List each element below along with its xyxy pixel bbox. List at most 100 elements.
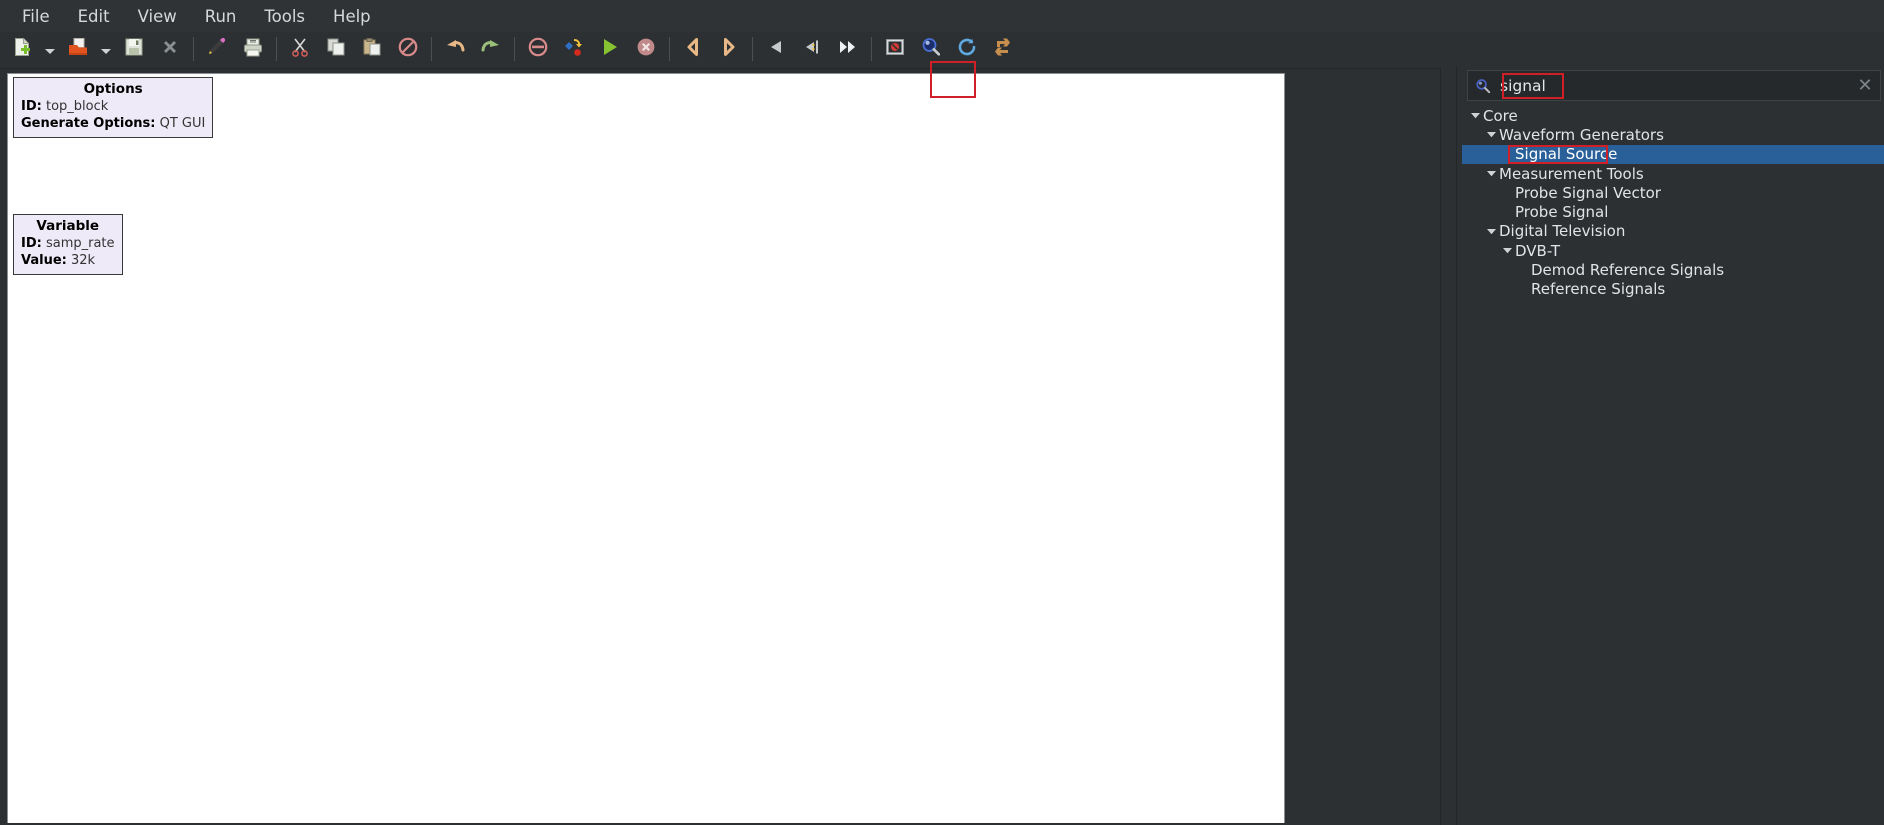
variable-block-id-key: ID:	[21, 236, 42, 252]
toolbar-copy-button[interactable]	[318, 32, 354, 66]
variable-block-id-value: samp_rate	[45, 236, 115, 252]
tree-item-label: Digital Television	[1499, 222, 1626, 241]
tree-item-dvb-t[interactable]: DVB-T	[1462, 241, 1884, 260]
toolbar-new-button[interactable]	[4, 32, 40, 66]
copy-icon	[325, 36, 347, 62]
toolbar-generate-button[interactable]	[556, 32, 592, 66]
errors-icon	[527, 36, 549, 62]
menu-item-help[interactable]: Help	[319, 3, 385, 30]
close-x-icon	[160, 37, 180, 61]
toolbar-close-button[interactable]	[152, 32, 188, 66]
chevron-down-icon	[101, 40, 111, 59]
clear-search-icon[interactable]: ✕	[1850, 71, 1880, 100]
menu-item-run[interactable]: Run	[191, 3, 251, 30]
toolbar-separator	[871, 37, 872, 61]
redo-arrow-icon	[480, 36, 502, 62]
tree-item-demod-reference-signals[interactable]: Demod Reference Signals	[1462, 260, 1884, 279]
panel-divider[interactable]	[1456, 66, 1457, 825]
toolbar-save-button[interactable]	[116, 32, 152, 66]
toolbar-delete-button[interactable]	[390, 32, 426, 66]
toolbar-separator	[514, 37, 515, 61]
toolbar-edit-button[interactable]	[199, 32, 235, 66]
execute-play-icon	[599, 36, 621, 62]
block-search-bar[interactable]: ✕	[1467, 70, 1881, 101]
tree-item-label: Measurement Tools	[1499, 164, 1644, 183]
toolbar-print-button[interactable]	[235, 32, 271, 66]
toolbar-rotate-right-button[interactable]	[711, 32, 747, 66]
toolbar-find-block-button[interactable]	[913, 32, 949, 66]
print-icon	[242, 36, 264, 62]
toolbar-kill-button[interactable]	[628, 32, 664, 66]
chevron-down-icon[interactable]	[1484, 222, 1499, 241]
toolbar	[0, 32, 1884, 98]
tree-item-digital-television[interactable]: Digital Television	[1462, 222, 1884, 241]
search-icon	[1468, 71, 1498, 100]
toolbar-disable-button[interactable]	[794, 32, 830, 66]
menu-item-view[interactable]: View	[124, 3, 191, 30]
variable-block-value-row: Value: 32k	[21, 253, 115, 270]
block-search-input[interactable]	[1498, 76, 1850, 95]
tree-item-probe-signal[interactable]: Probe Signal	[1462, 202, 1884, 221]
chevron-down-icon[interactable]	[1500, 241, 1515, 260]
toolbar-paste-button[interactable]	[354, 32, 390, 66]
tree-item-measurement-tools[interactable]: Measurement Tools	[1462, 164, 1884, 183]
menu-item-file[interactable]: File	[8, 3, 64, 30]
toolbar-redo-button[interactable]	[473, 32, 509, 66]
disable-icon	[801, 36, 823, 62]
toolbar-open-button[interactable]	[60, 32, 96, 66]
options-block-title: Options	[83, 81, 143, 97]
menu-item-tools[interactable]: Tools	[250, 3, 319, 30]
toolbar-undo-button[interactable]	[437, 32, 473, 66]
tree-item-label: Probe Signal	[1515, 203, 1609, 222]
toolbar-toggle-source-button[interactable]	[877, 32, 913, 66]
variable-block-value-key: Value:	[21, 252, 67, 268]
tree-item-label: Reference Signals	[1531, 280, 1666, 299]
block-library-panel: ✕ Core Waveform Generators Signa	[1462, 66, 1884, 825]
toolbar-errors-button[interactable]	[520, 32, 556, 66]
toolbar-bypass-button[interactable]	[830, 32, 866, 66]
kill-stop-icon	[635, 36, 657, 62]
options-block[interactable]: Options ID: top_block Generate Options: …	[13, 77, 214, 138]
toolbar-open-hier-button[interactable]	[985, 32, 1021, 66]
variable-block-id-row: ID: samp_rate	[21, 236, 115, 253]
menu-item-edit[interactable]: Edit	[64, 3, 124, 30]
open-folder-icon	[67, 36, 89, 62]
toolbar-separator	[276, 37, 277, 61]
tree-item-label: Core	[1483, 106, 1518, 125]
toolbar-separator	[752, 37, 753, 61]
canvas-vertical-scrollbar[interactable]	[1440, 68, 1454, 825]
chevron-down-icon[interactable]	[1468, 106, 1483, 125]
toolbar-separator	[669, 37, 670, 61]
variable-block-value-value: 32k	[71, 252, 96, 268]
tree-item-signal-source[interactable]: Signal Source	[1462, 144, 1884, 164]
paste-icon	[361, 36, 383, 62]
rotate-right-icon	[718, 36, 740, 62]
tree-item-waveform-generators[interactable]: Waveform Generators	[1462, 125, 1884, 144]
reload-icon	[956, 36, 978, 62]
generate-icon	[563, 36, 585, 62]
undo-arrow-icon	[444, 36, 466, 62]
tree-item-label: Demod Reference Signals	[1531, 261, 1725, 280]
chevron-down-icon[interactable]	[1484, 164, 1499, 183]
tree-item-probe-signal-vector[interactable]: Probe Signal Vector	[1462, 183, 1884, 202]
toolbar-rotate-left-button[interactable]	[675, 32, 711, 66]
find-block-icon	[920, 36, 942, 62]
tree-item-core[interactable]: Core	[1462, 106, 1884, 125]
block-tree: Core Waveform Generators Signal Source M…	[1462, 106, 1884, 821]
toolbar-cut-button[interactable]	[282, 32, 318, 66]
tree-item-label: Waveform Generators	[1499, 125, 1664, 144]
flowgraph-canvas[interactable]: Options ID: top_block Generate Options: …	[7, 73, 1285, 823]
toolbar-enable-button[interactable]	[758, 32, 794, 66]
tree-item-reference-signals[interactable]: Reference Signals	[1462, 280, 1884, 299]
toggle-source-icon	[884, 36, 906, 62]
toolbar-new-dropdown[interactable]	[40, 32, 60, 66]
variable-block[interactable]: Variable ID: samp_rate Value: 32k	[13, 214, 123, 275]
toolbar-reload-button[interactable]	[949, 32, 985, 66]
toolbar-open-dropdown[interactable]	[96, 32, 116, 66]
options-block-id-row: ID: top_block	[21, 99, 205, 116]
chevron-down-icon[interactable]	[1484, 125, 1499, 144]
chevron-down-icon	[45, 40, 55, 59]
toolbar-execute-button[interactable]	[592, 32, 628, 66]
